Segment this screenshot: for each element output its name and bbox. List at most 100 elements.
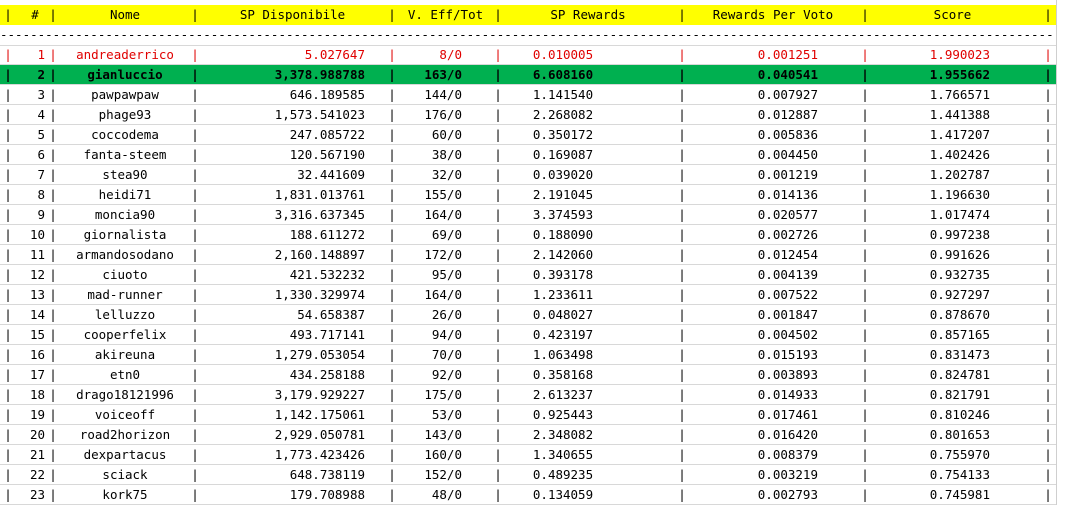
cell-nome: coccodema <box>91 127 159 142</box>
cell-rank: 4 <box>37 107 45 122</box>
column-separator: | <box>494 287 502 302</box>
table-row[interactable]: | | | | | | | | 16 akireuna 1,279.053054 70/0 1.0634… <box>0 345 1071 365</box>
column-separator: | <box>861 407 869 422</box>
column-separator: | <box>1044 207 1052 222</box>
column-separator: | <box>1044 147 1052 162</box>
table-row[interactable]: | | | | | | | | 9 moncia90 3,316.637345 164/0 3.3745… <box>0 205 1071 225</box>
cell-sp-disponibile: 188.611272 <box>289 227 365 242</box>
column-separator: | <box>678 67 686 82</box>
column-separator: | <box>494 407 502 422</box>
cell-rewards-per-voto: 0.004139 <box>757 267 818 282</box>
cell-rank: 15 <box>29 327 45 342</box>
table-row[interactable]: | | | | | | | | 19 voiceoff 1,142.175061 53/0 0.9254… <box>0 405 1071 425</box>
column-separator: | <box>494 387 502 402</box>
cell-rank: 18 <box>29 387 45 402</box>
cell-v-eff-tot: 38/0 <box>431 147 462 162</box>
table-row[interactable]: | | | | | | | | 11 armandosodano 2,160.148897 172/0… <box>0 245 1071 265</box>
table-row[interactable]: | | | | | | | | 21 dexpartacus 1,773.423426 160/0 1.… <box>0 445 1071 465</box>
column-separator: | <box>861 487 869 502</box>
column-separator: | <box>1044 67 1052 82</box>
column-separator: | <box>861 147 869 162</box>
cell-sp-disponibile: 1,773.423426 <box>274 447 365 462</box>
column-separator: | <box>678 207 686 222</box>
column-separator: | <box>678 387 686 402</box>
column-separator: | <box>1044 47 1052 62</box>
column-separator: | <box>1044 127 1052 142</box>
cell-rank: 8 <box>37 187 45 202</box>
cell-nome: cooperfelix <box>83 327 167 342</box>
column-separator: | <box>494 427 502 442</box>
column-separator: | <box>191 347 199 362</box>
table-row[interactable]: | | | | | | | | 2 gianluccio 3,378.988788 163/0 6.60… <box>0 65 1071 85</box>
table-row[interactable]: | | | | | | | | 14 lelluzzo 54.658387 26/0 0.048027 0… <box>0 305 1071 325</box>
cell-rank: 9 <box>37 207 45 222</box>
column-separator: | <box>49 107 57 122</box>
cell-sp-rewards: 2.191045 <box>532 187 594 202</box>
table-row[interactable]: | | | | | | | | 7 stea90 32.441609 32/0 0.039020 0.00… <box>0 165 1071 185</box>
table-row[interactable]: | | | | | | | | 1 andreaderrico 5.027647 8/0 0.01000… <box>0 45 1071 65</box>
cell-nome: dexpartacus <box>83 447 167 462</box>
column-separator: | <box>49 347 57 362</box>
table-row[interactable]: | | | | | | | | 18 drago18121996 3,179.929227 175/0… <box>0 385 1071 405</box>
table-row[interactable]: | | | | | | | | 12 ciuoto 421.532232 95/0 0.393178 0.… <box>0 265 1071 285</box>
column-separator: | <box>494 67 502 82</box>
column-separator: | <box>4 67 12 82</box>
column-separator: | <box>1044 387 1052 402</box>
column-separator: | <box>388 67 396 82</box>
column-separator: | <box>4 247 12 262</box>
column-separator: | <box>4 347 12 362</box>
table-row[interactable]: | | | | | | | | 23 kork75 179.708988 48/0 0.134059 0.… <box>0 485 1071 505</box>
column-separator: | <box>1044 87 1052 102</box>
cell-v-eff-tot: 60/0 <box>431 127 462 142</box>
column-separator: | <box>4 307 12 322</box>
column-separator: | <box>1044 407 1052 422</box>
table-row[interactable]: | | | | | | | | 17 etn0 434.258188 92/0 0.358168 0.00… <box>0 365 1071 385</box>
table-row[interactable]: | | | | | | | | 20 road2horizon 2,929.050781 143/0 2… <box>0 425 1071 445</box>
column-separator: | <box>678 427 686 442</box>
column-separator: | <box>494 267 502 282</box>
column-separator: | <box>1044 227 1052 242</box>
column-separator: | <box>191 487 199 502</box>
cell-sp-rewards: 0.393178 <box>532 267 594 282</box>
cell-rewards-per-voto: 0.007927 <box>757 87 818 102</box>
column-separator: | <box>388 267 396 282</box>
column-separator: | <box>678 487 686 502</box>
table-row[interactable]: | | | | | | | | 3 pawpawpaw 646.189585 144/0 1.14154… <box>0 85 1071 105</box>
column-separator: | <box>388 367 396 382</box>
cell-rewards-per-voto: 0.016420 <box>757 427 818 442</box>
column-separator: | <box>49 67 57 82</box>
cell-rank: 3 <box>37 87 45 102</box>
column-separator: | <box>191 287 199 302</box>
column-separator: | <box>4 287 12 302</box>
column-separator: | <box>49 127 57 142</box>
column-separator: | <box>861 467 869 482</box>
table-row[interactable]: | | | | | | | | 5 coccodema 247.085722 60/0 0.350172… <box>0 125 1071 145</box>
cell-sp-disponibile: 54.658387 <box>297 307 365 322</box>
cell-rank: 21 <box>29 447 45 462</box>
column-separator: | <box>494 447 502 462</box>
table-row[interactable]: | | | | | | | | 13 mad-runner 1,330.329974 164/0 1.2… <box>0 285 1071 305</box>
cell-sp-disponibile: 434.258188 <box>289 367 365 382</box>
table-row[interactable]: | | | | | | | | 8 heidi71 1,831.013761 155/0 2.19104… <box>0 185 1071 205</box>
table-row[interactable]: | | | | | | | | 22 sciack 648.738119 152/0 0.489235 0… <box>0 465 1071 485</box>
cell-nome: armandosodano <box>76 247 174 262</box>
column-separator: | <box>678 147 686 162</box>
column-separator: | <box>191 427 199 442</box>
column-separator: | <box>388 227 396 242</box>
table-row[interactable]: | | | | | | | | 15 cooperfelix 493.717141 94/0 0.423… <box>0 325 1071 345</box>
table-row[interactable]: | | | | | | | | 4 phage93 1,573.541023 176/0 2.26808… <box>0 105 1071 125</box>
column-separator: | <box>494 147 502 162</box>
column-separator: | <box>494 187 502 202</box>
column-separator: | <box>494 227 502 242</box>
table-row[interactable]: | | | | | | | | 10 giornalista 188.611272 69/0 0.188… <box>0 225 1071 245</box>
column-separator: | <box>4 227 12 242</box>
cell-sp-rewards: 0.925443 <box>532 407 594 422</box>
cell-score: 1.196630 <box>929 187 990 202</box>
column-separator: | <box>678 467 686 482</box>
column-separator: | <box>1044 367 1052 382</box>
cell-v-eff-tot: 94/0 <box>431 327 462 342</box>
cell-sp-rewards: 2.142060 <box>532 247 594 262</box>
column-separator: | <box>861 267 869 282</box>
cell-sp-disponibile: 1,142.175061 <box>274 407 365 422</box>
table-row[interactable]: | | | | | | | | 6 fanta-steem 120.567190 38/0 0.1690… <box>0 145 1071 165</box>
